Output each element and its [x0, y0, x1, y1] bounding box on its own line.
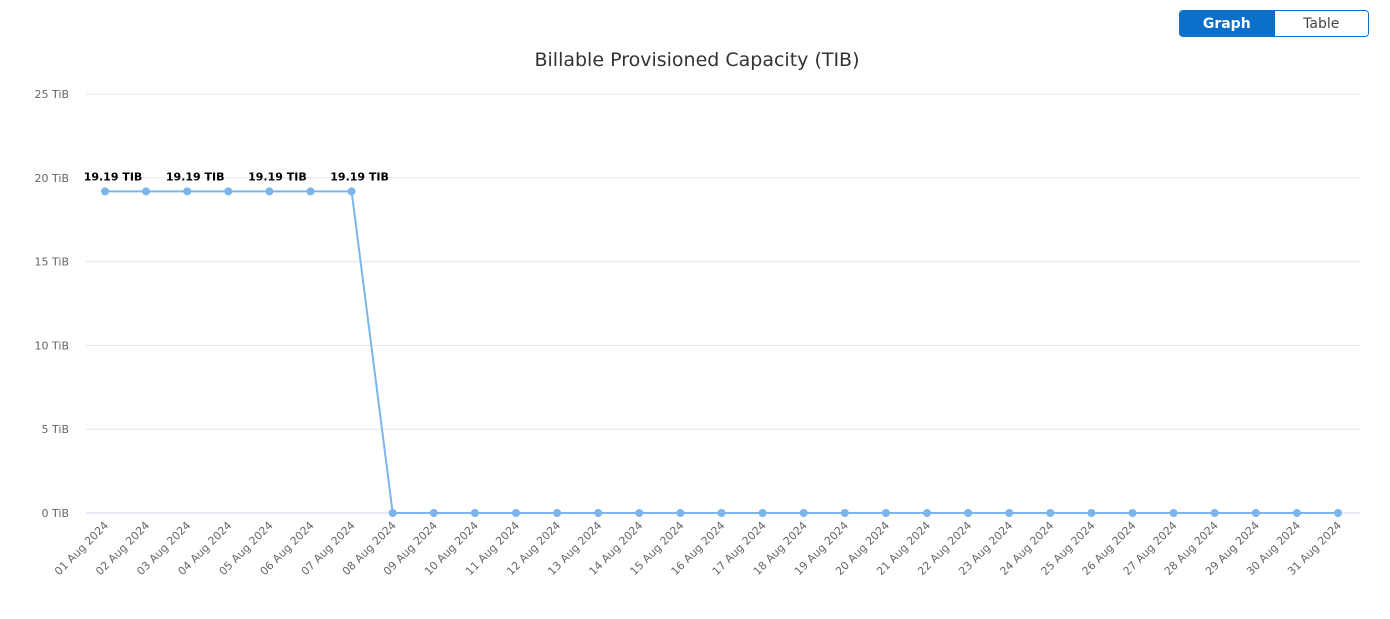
data-point[interactable] — [1169, 509, 1178, 517]
series-points — [101, 187, 1342, 517]
data-point[interactable] — [429, 509, 438, 517]
data-point[interactable] — [183, 187, 192, 196]
y-tick-label: 5 TiB — [42, 423, 69, 436]
data-point[interactable] — [1292, 509, 1301, 517]
y-tick-label: 15 TiB — [35, 256, 69, 269]
data-point[interactable] — [553, 509, 562, 517]
data-point[interactable] — [1005, 509, 1014, 517]
data-point[interactable] — [265, 187, 274, 196]
data-point[interactable] — [676, 509, 685, 517]
y-tick-label: 25 TiB — [35, 88, 69, 101]
data-point[interactable] — [1251, 509, 1260, 517]
data-point[interactable] — [142, 187, 151, 196]
data-point[interactable] — [758, 509, 767, 517]
chart-title: Billable Provisioned Capacity (TIB) — [534, 49, 859, 71]
data-point[interactable] — [799, 509, 808, 517]
data-point[interactable] — [1046, 509, 1055, 517]
y-axis: 0 TiB 5 TiB 10 TiB 15 TiB 20 TiB 25 TiB — [35, 88, 69, 520]
data-point[interactable] — [594, 509, 603, 517]
data-point[interactable] — [964, 509, 973, 517]
data-point[interactable] — [470, 509, 479, 517]
line-chart: Billable Provisioned Capacity (TIB) 0 Ti… — [35, 49, 1360, 578]
data-point[interactable] — [840, 509, 849, 517]
data-point[interactable] — [1210, 509, 1219, 517]
y-tick-label: 20 TiB — [35, 172, 69, 185]
y-tick-label: 10 TiB — [35, 339, 69, 352]
data-label: 19.19 TIB — [248, 170, 307, 183]
series-line-path — [105, 190, 1338, 514]
data-label: 19.19 TIB — [166, 170, 225, 183]
y-tick-label: 0 TiB — [42, 507, 69, 520]
data-point[interactable] — [388, 509, 397, 517]
data-label: 19.19 TIB — [84, 170, 143, 183]
data-point[interactable] — [512, 509, 520, 517]
data-point[interactable] — [717, 509, 726, 517]
x-axis: 01 Aug 202402 Aug 202403 Aug 202404 Aug … — [52, 519, 1344, 578]
data-labels: 19.19 TIB 19.19 TIB 19.19 TIB 19.19 TIB — [84, 170, 389, 183]
data-point[interactable] — [635, 509, 644, 517]
series-line — [105, 190, 1338, 514]
data-point[interactable] — [1334, 509, 1342, 517]
data-point[interactable] — [881, 509, 890, 517]
data-point[interactable] — [347, 187, 356, 196]
data-point[interactable] — [224, 187, 233, 196]
grid-lines — [86, 93, 1360, 514]
data-point[interactable] — [306, 187, 315, 196]
data-point[interactable] — [1128, 509, 1137, 517]
data-point[interactable] — [101, 187, 109, 196]
data-point[interactable] — [923, 509, 931, 517]
data-point[interactable] — [1087, 509, 1096, 517]
data-label: 19.19 TIB — [330, 170, 389, 183]
